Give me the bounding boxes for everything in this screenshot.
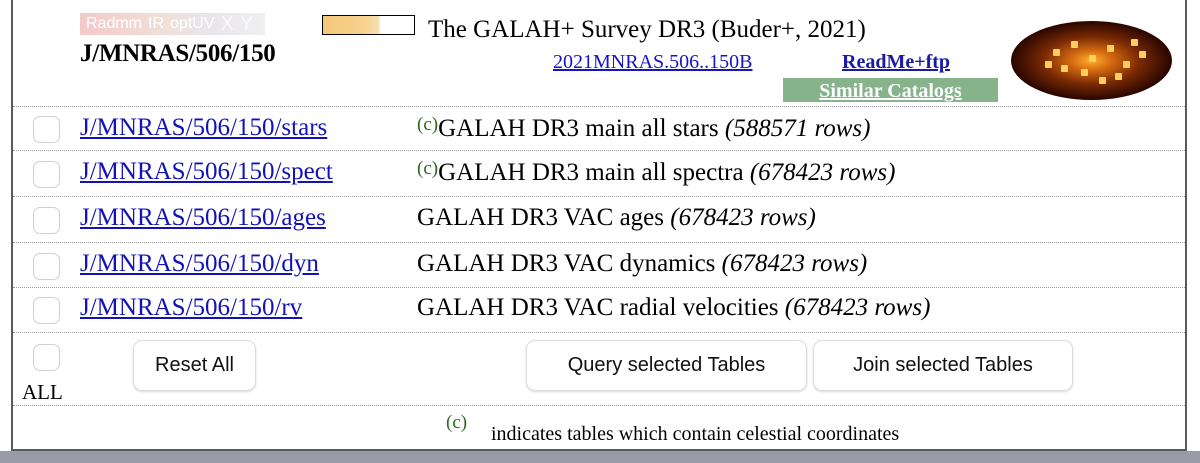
- row-divider: [13, 405, 1185, 406]
- footnote-marker: (c): [446, 412, 468, 433]
- waveband-tag: X: [220, 12, 234, 35]
- select-all-checkbox[interactable]: [33, 344, 60, 371]
- description-text: GALAH DR3 main all spectra: [438, 159, 744, 186]
- row-divider: [13, 332, 1185, 333]
- readme-link[interactable]: ReadMe+ftp: [842, 51, 950, 74]
- waveband-tag: IR: [148, 15, 165, 32]
- select-all-label: ALL: [22, 380, 63, 404]
- row-divider: [13, 196, 1185, 197]
- row-divider: [13, 150, 1185, 151]
- table-link[interactable]: J/MNRAS/506/150/ages: [80, 204, 326, 232]
- table-description: (c)GALAH DR3 main all stars (588571 rows…: [417, 114, 870, 143]
- celestial-marker: (c): [417, 114, 439, 135]
- celestial-marker: (c): [417, 158, 439, 179]
- waveband-tag: Radmm: [86, 15, 143, 32]
- table-row-checkbox[interactable]: [33, 207, 60, 234]
- similar-catalogs-link[interactable]: Similar Catalogs: [783, 78, 998, 102]
- query-selected-tables-button[interactable]: Query selected Tables: [526, 340, 807, 391]
- table-row-checkbox[interactable]: [33, 253, 60, 280]
- catalog-id: J/MNRAS/506/150: [80, 40, 276, 67]
- popularity-bar: [322, 15, 415, 35]
- table-link[interactable]: J/MNRAS/506/150/dyn: [80, 250, 319, 278]
- table-row-checkbox[interactable]: [33, 116, 60, 143]
- table-row-checkbox[interactable]: [33, 161, 60, 188]
- table-description: GALAH DR3 VAC radial velocities (678423 …: [417, 294, 930, 322]
- description-text: GALAH DR3 VAC radial velocities: [417, 294, 779, 321]
- reset-all-button[interactable]: Reset All: [133, 340, 256, 391]
- table-description: (c)GALAH DR3 main all spectra (678423 ro…: [417, 158, 895, 187]
- row-divider: [13, 106, 1185, 107]
- table-row-checkbox[interactable]: [33, 297, 60, 324]
- waveband-tag: Y: [239, 12, 254, 35]
- table-description: GALAH DR3 VAC ages (678423 rows): [417, 204, 816, 232]
- row-count: (678423 rows): [670, 204, 816, 231]
- row-count: (678423 rows): [721, 250, 868, 277]
- footnote-text: indicates tables which contain celestial…: [491, 423, 900, 445]
- bottom-bar: [0, 451, 1200, 463]
- table-link[interactable]: J/MNRAS/506/150/spect: [80, 158, 333, 186]
- row-count: (588571 rows): [724, 115, 871, 142]
- table-description: GALAH DR3 VAC dynamics (678423 rows): [417, 250, 867, 278]
- row-count: (678423 rows): [784, 294, 931, 321]
- description-text: GALAH DR3 main all stars: [438, 115, 719, 142]
- row-divider: [13, 242, 1185, 243]
- catalog-title: The GALAH+ Survey DR3 (Buder+, 2021): [428, 16, 866, 43]
- description-text: GALAH DR3 VAC ages: [417, 204, 664, 231]
- table-link[interactable]: J/MNRAS/506/150/rv: [80, 294, 302, 322]
- join-selected-tables-button[interactable]: Join selected Tables: [813, 340, 1073, 391]
- bibcode-link[interactable]: 2021MNRAS.506..150B: [553, 51, 752, 74]
- description-text: GALAH DR3 VAC dynamics: [417, 250, 716, 277]
- row-count: (678423 rows): [749, 159, 896, 186]
- waveband-tags: Radmm IR optUV X Y: [80, 12, 266, 35]
- sky-coverage-thumbnail[interactable]: [1011, 21, 1172, 100]
- table-link[interactable]: J/MNRAS/506/150/stars: [80, 114, 327, 142]
- row-divider: [13, 287, 1185, 288]
- waveband-tag: optUV: [170, 15, 215, 32]
